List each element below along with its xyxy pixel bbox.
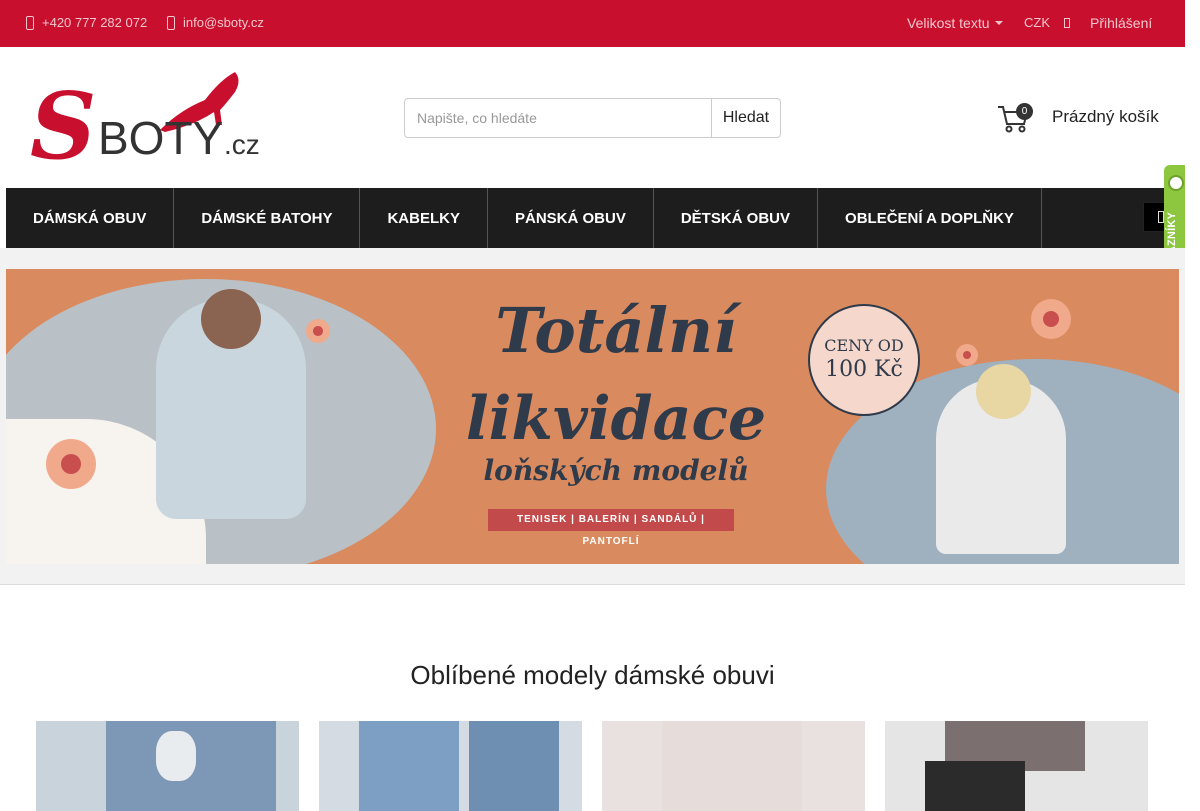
caret-down-icon <box>994 21 1003 25</box>
banner-title-line2: likvidace <box>465 384 767 454</box>
currency-selector[interactable]: CZK <box>1024 15 1070 30</box>
user-icon <box>1064 17 1070 28</box>
phone-number[interactable]: +420 777 282 072 <box>42 15 147 30</box>
currency-label: CZK <box>1024 15 1050 30</box>
product-card[interactable] <box>319 721 582 811</box>
top-bar: +420 777 282 072 info@sboty.cz Velikost … <box>0 0 1185 47</box>
product-card[interactable] <box>36 721 299 811</box>
banner-title-line3: loňských modelů <box>483 454 749 487</box>
flower-decoration <box>956 344 978 366</box>
nav-item-kabelky[interactable]: KABELKY <box>360 188 488 248</box>
nav-item-detska-obuv[interactable]: DĚTSKÁ OBUV <box>654 188 819 248</box>
search-button[interactable]: Hledat <box>712 98 781 138</box>
text-size-label: Velikost textu <box>907 15 990 31</box>
promo-banner[interactable]: Totální likvidace loňských modelů TENISE… <box>6 269 1179 564</box>
email-contact[interactable]: info@sboty.cz <box>167 15 264 30</box>
price-circle: CENY OD 100 Kč <box>808 304 920 416</box>
price-line2: 100 Kč <box>825 357 903 382</box>
seal-icon <box>1168 175 1184 191</box>
product-card[interactable] <box>885 721 1148 811</box>
nav-item-panska-obuv[interactable]: PÁNSKÁ OBUV <box>488 188 654 248</box>
cart-count-badge: 0 <box>1016 103 1033 120</box>
banner-model-left <box>156 289 306 519</box>
logo-letter-s: S <box>30 72 96 165</box>
flower-decoration <box>46 439 96 489</box>
product-card[interactable] <box>602 721 865 811</box>
nav-item-damska-obuv[interactable]: DÁMSKÁ OBUV <box>6 188 175 248</box>
banner-model-right <box>936 364 1066 554</box>
logo-boty: BOTY <box>98 112 223 164</box>
search-input[interactable] <box>404 98 712 138</box>
section-title: Oblíbené modely dámské obuvi <box>410 660 775 690</box>
search-form: Hledat <box>404 98 781 138</box>
cart[interactable]: 0 Prázdný košík <box>996 100 1159 134</box>
site-logo[interactable]: S BOTY .cz <box>30 70 270 180</box>
logo-cz: .cz <box>224 129 260 160</box>
product-grid <box>36 721 1148 811</box>
flower-decoration <box>1031 299 1071 339</box>
nav-item-damske-batohy[interactable]: DÁMSKÉ BATOHY <box>174 188 361 248</box>
login-link[interactable]: Přihlášení <box>1090 15 1152 31</box>
mail-icon <box>167 15 175 30</box>
phone-icon <box>26 15 34 30</box>
banner-ribbon: TENISEK | BALERÍN | SANDÁLŮ | PANTOFLÍ <box>488 509 734 547</box>
flower-decoration <box>306 319 330 343</box>
cart-label[interactable]: Prázdný košík <box>1052 107 1159 127</box>
phone-contact[interactable]: +420 777 282 072 <box>26 15 147 30</box>
banner-section: Totální likvidace loňských modelů TENISE… <box>0 248 1185 585</box>
text-size-dropdown[interactable]: Velikost textu <box>907 15 1003 31</box>
email-address[interactable]: info@sboty.cz <box>183 15 264 30</box>
main-navigation: DÁMSKÁ OBUV DÁMSKÉ BATOHY KABELKY PÁNSKÁ… <box>6 188 1185 248</box>
banner-title-line1: Totální <box>495 294 737 367</box>
nav-item-obleceni-doplnky[interactable]: OBLEČENÍ A DOPLŇKY <box>818 188 1042 248</box>
price-line1: CENY OD <box>824 336 904 355</box>
